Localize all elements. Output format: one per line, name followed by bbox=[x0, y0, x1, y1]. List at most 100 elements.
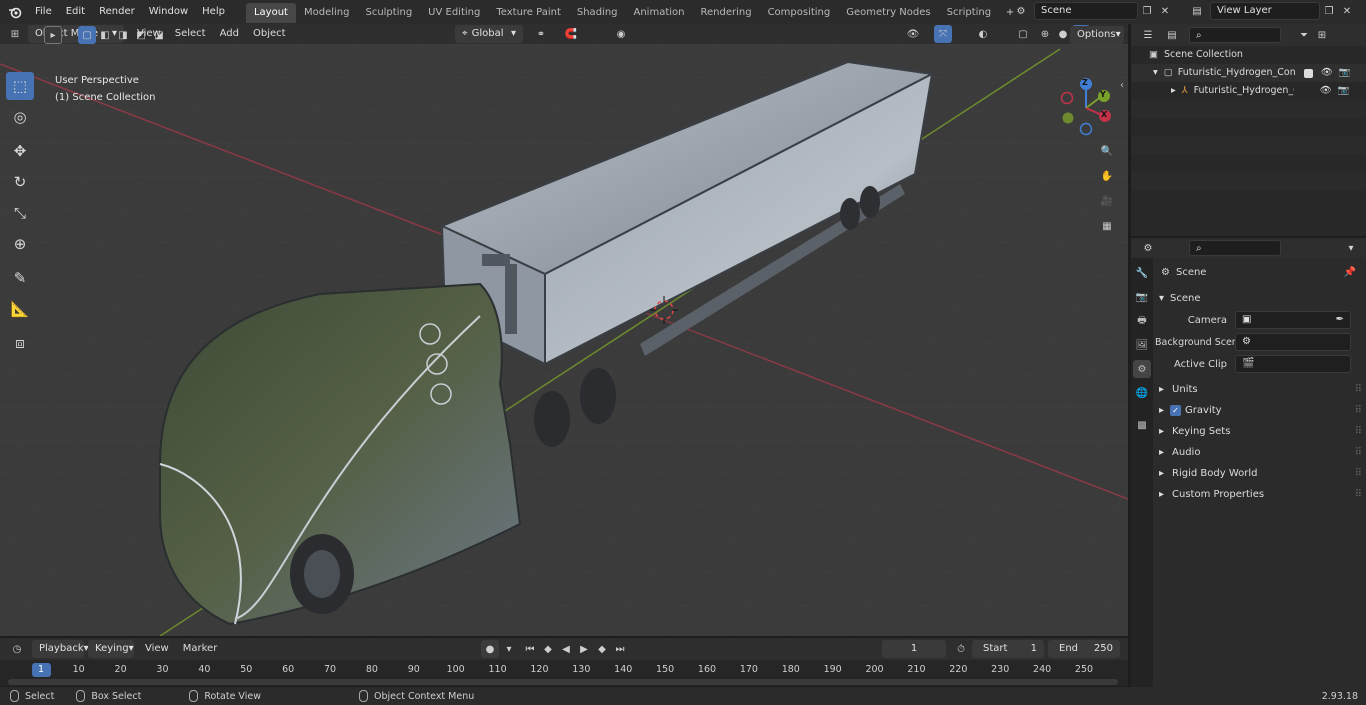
add-cube-tool-icon[interactable]: ⧈ bbox=[6, 329, 34, 357]
gizmo-toggle-icon[interactable]: ⤧ bbox=[934, 25, 952, 43]
timeline-scrollbar[interactable] bbox=[8, 679, 1118, 685]
rigid-body-world-panel-header[interactable]: ▸ Rigid Body World ⠿ bbox=[1155, 463, 1362, 484]
tab-rendering[interactable]: Rendering bbox=[692, 3, 759, 23]
drag-handle-icon[interactable]: ⠿ bbox=[1355, 421, 1362, 442]
pivot-icon[interactable]: ⚭ bbox=[532, 25, 550, 43]
select-invert-icon[interactable]: ◩ bbox=[132, 26, 150, 44]
current-frame-field[interactable]: 1 bbox=[882, 640, 946, 658]
playback-dropdown[interactable]: Playback ▾ bbox=[32, 640, 89, 658]
output-tab-icon[interactable]: 🖶 bbox=[1133, 312, 1151, 330]
view-layer-tab-icon[interactable]: 🖼 bbox=[1133, 336, 1151, 354]
drag-handle-icon[interactable]: ⠿ bbox=[1355, 484, 1362, 505]
blender-logo-icon[interactable] bbox=[6, 3, 24, 21]
scene-name-field[interactable]: Scene bbox=[1034, 2, 1138, 20]
menu-file[interactable]: File bbox=[28, 0, 59, 24]
drag-handle-icon[interactable]: ⠿ bbox=[1355, 442, 1362, 463]
camera-icon[interactable]: 📷 bbox=[1338, 82, 1350, 100]
texture-tab-icon[interactable]: ▩ bbox=[1133, 416, 1151, 434]
editor-type-icon[interactable]: ⊞ bbox=[6, 25, 24, 43]
delete-scene-icon[interactable]: ✕ bbox=[1156, 2, 1174, 20]
timeline-menu-marker[interactable]: Marker bbox=[176, 639, 225, 659]
tab-uv-editing[interactable]: UV Editing bbox=[420, 3, 488, 23]
timeline-menu-view[interactable]: View bbox=[138, 639, 176, 659]
menu-window[interactable]: Window bbox=[142, 0, 195, 24]
timeline-editor-icon[interactable]: ◷ bbox=[8, 640, 26, 658]
cursor-tool-icon[interactable]: ◎ bbox=[6, 103, 34, 131]
custom-properties-panel-header[interactable]: ▸ Custom Properties ⠿ bbox=[1155, 484, 1362, 505]
tab-texture-paint[interactable]: Texture Paint bbox=[488, 3, 569, 23]
tab-shading[interactable]: Shading bbox=[569, 3, 626, 23]
new-collection-icon[interactable]: ⊞ bbox=[1313, 26, 1331, 44]
select-intersect-icon[interactable]: ◪ bbox=[150, 26, 168, 44]
tool-tab-icon[interactable]: 🔧 bbox=[1133, 264, 1151, 282]
rotate-tool-icon[interactable]: ↻ bbox=[6, 168, 34, 196]
menu-add[interactable]: Add bbox=[213, 24, 246, 44]
copy-scene-icon[interactable]: ❐ bbox=[1138, 2, 1156, 20]
tab-animation[interactable]: Animation bbox=[626, 3, 693, 23]
tab-layout[interactable]: Layout bbox=[245, 3, 296, 23]
select-subtract-icon[interactable]: ◨ bbox=[114, 26, 132, 44]
tab-modeling[interactable]: Modeling bbox=[296, 3, 358, 23]
menu-select[interactable]: Select bbox=[168, 24, 213, 44]
gravity-panel-header[interactable]: ▸ ✓ Gravity ⠿ bbox=[1155, 400, 1362, 421]
active-clip-field[interactable]: 🎬 bbox=[1235, 355, 1351, 373]
proportional-edit-icon[interactable]: ◉ bbox=[612, 25, 630, 43]
scene-tab-icon[interactable]: ⚙ bbox=[1133, 360, 1151, 378]
move-tool-icon[interactable]: ✥ bbox=[6, 137, 34, 165]
scale-tool-icon[interactable]: ⤡ bbox=[6, 199, 34, 227]
menu-edit[interactable]: Edit bbox=[59, 0, 92, 24]
wireframe-shading-icon[interactable]: ⊕ bbox=[1036, 25, 1054, 43]
camera-icon[interactable]: 📷 bbox=[1339, 64, 1351, 82]
eye-icon[interactable]: 👁 bbox=[1320, 82, 1332, 100]
properties-editor-icon[interactable]: ⚙ bbox=[1139, 239, 1157, 257]
eyedropper-icon[interactable]: ✒ bbox=[1336, 312, 1344, 328]
pan-hand-icon[interactable]: ✋ bbox=[1098, 167, 1116, 185]
expand-icon[interactable]: ▸ bbox=[1171, 82, 1176, 100]
jump-start-icon[interactable]: ⏮ bbox=[521, 640, 539, 658]
camera-view-icon[interactable]: 🎥 bbox=[1098, 192, 1116, 210]
background-scene-field[interactable]: ⚙ bbox=[1235, 333, 1351, 351]
outliner-editor-icon[interactable]: ☰ bbox=[1139, 26, 1157, 44]
tab-compositing[interactable]: Compositing bbox=[760, 3, 839, 23]
end-frame-field[interactable]: End 250 bbox=[1048, 640, 1120, 658]
view-layer-field[interactable]: View Layer bbox=[1210, 2, 1320, 20]
delete-view-layer-icon[interactable]: ✕ bbox=[1338, 2, 1356, 20]
tab-scripting[interactable]: Scripting bbox=[939, 3, 999, 23]
select-new-icon[interactable]: ▢ bbox=[78, 26, 96, 44]
options-dropdown[interactable]: Options ▾ bbox=[1070, 26, 1124, 44]
properties-search-input[interactable]: ⌕ bbox=[1189, 240, 1281, 256]
play-reverse-icon[interactable]: ◀ bbox=[557, 640, 575, 658]
annotate-tool-icon[interactable]: ✎ bbox=[6, 264, 34, 292]
auto-key-icon[interactable]: ▾ bbox=[500, 640, 518, 658]
next-keyframe-icon[interactable]: ◆ bbox=[593, 640, 611, 658]
units-panel-header[interactable]: ▸ Units ⠿ bbox=[1155, 379, 1362, 400]
tab-sculpting[interactable]: Sculpting bbox=[357, 3, 420, 23]
drag-handle-icon[interactable]: ⠿ bbox=[1355, 463, 1362, 484]
checkbox-icon[interactable] bbox=[1303, 68, 1313, 78]
drag-handle-icon[interactable]: ⠿ bbox=[1355, 400, 1362, 421]
stopwatch-icon[interactable]: ⏱ bbox=[952, 640, 970, 658]
menu-help[interactable]: Help bbox=[195, 0, 232, 24]
list-item[interactable]: ▾ ▢ Futuristic_Hydrogen_Concept 👁 📷 bbox=[1131, 64, 1366, 82]
gravity-checkbox[interactable]: ✓ bbox=[1170, 405, 1182, 416]
drag-handle-icon[interactable]: ⠿ bbox=[1355, 379, 1362, 400]
pin-icon[interactable]: 📌 bbox=[1344, 267, 1356, 278]
play-icon[interactable]: ▶ bbox=[575, 640, 593, 658]
chevron-down-icon[interactable]: ▾ bbox=[1342, 239, 1360, 257]
camera-field[interactable]: ▣ ✒ bbox=[1235, 311, 1351, 329]
measure-tool-icon[interactable]: 📐 bbox=[6, 295, 34, 323]
select-tool-icon[interactable]: ⬚ bbox=[6, 72, 34, 100]
start-frame-field[interactable]: Start 1 bbox=[972, 640, 1044, 658]
scene-panel-header[interactable]: ▾ Scene bbox=[1155, 288, 1362, 309]
view-layer-icon[interactable]: ▤ bbox=[1188, 2, 1206, 20]
select-box-icon[interactable]: ▸ bbox=[44, 26, 62, 44]
keying-dropdown[interactable]: Keying ▾ bbox=[88, 640, 134, 658]
orientation-dropdown[interactable]: ⌖ Global ▾ bbox=[455, 25, 523, 43]
overlays-icon[interactable]: ◐ bbox=[974, 25, 992, 43]
select-extend-icon[interactable]: ◧ bbox=[96, 26, 114, 44]
display-mode-icon[interactable]: ▤ bbox=[1163, 26, 1181, 44]
zoom-icon[interactable]: 🔍 bbox=[1098, 142, 1116, 160]
copy-view-layer-icon[interactable]: ❐ bbox=[1320, 2, 1338, 20]
sidebar-toggle-icon[interactable]: ‹ bbox=[1120, 80, 1124, 91]
visibility-icon[interactable]: 👁 bbox=[904, 25, 922, 43]
